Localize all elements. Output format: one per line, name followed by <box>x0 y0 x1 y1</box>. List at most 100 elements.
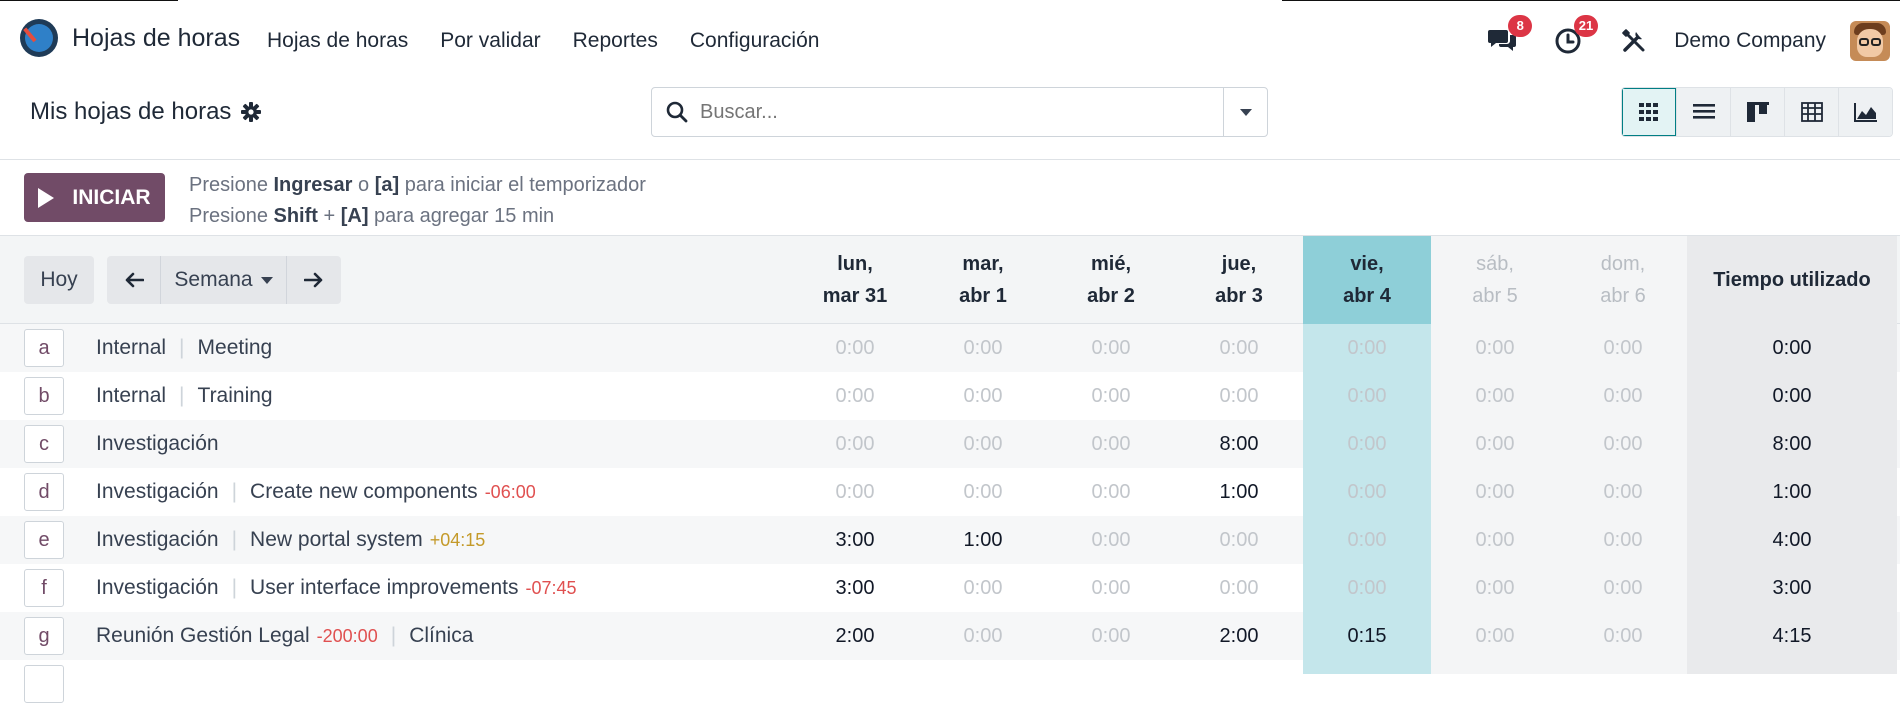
task-name[interactable]: Meeting <box>198 336 273 360</box>
hours-cell[interactable]: 0:00 <box>1431 564 1559 612</box>
previous-period-button[interactable] <box>107 256 161 304</box>
hours-cell[interactable]: 0:00 <box>1431 612 1559 660</box>
debug-tools-button[interactable] <box>1618 25 1650 57</box>
hours-cell[interactable]: 0:00 <box>919 324 1047 372</box>
hours-cell[interactable]: 3:00 <box>791 516 919 564</box>
row-shortcut-key[interactable]: g <box>24 617 64 655</box>
hours-cell[interactable]: 0:00 <box>1303 468 1431 516</box>
project-name[interactable]: Investigación <box>96 576 219 600</box>
hours-cell[interactable]: 0:00 <box>1303 516 1431 564</box>
hours-cell[interactable]: 2:00 <box>791 612 919 660</box>
next-period-button[interactable] <box>287 256 341 304</box>
project-name[interactable]: Internal <box>96 336 166 360</box>
hours-cell[interactable]: 0:00 <box>1047 612 1175 660</box>
menu-item-reportes[interactable]: Reportes <box>573 29 658 53</box>
hours-cell[interactable]: 0:00 <box>791 372 919 420</box>
project-name[interactable]: Investigación <box>96 528 219 552</box>
hours-cell[interactable]: 0:00 <box>1559 420 1687 468</box>
hours-cell[interactable]: 0:00 <box>1175 516 1303 564</box>
top-navbar: Hojas de horas Hojas de horas Por valida… <box>0 0 1900 84</box>
hours-cell[interactable]: 0:00 <box>1303 324 1431 372</box>
list-view-button[interactable] <box>1676 88 1730 136</box>
hours-cell[interactable]: 0:00 <box>1559 324 1687 372</box>
activities-button[interactable]: 21 <box>1552 15 1599 57</box>
scale-label: Semana <box>174 268 253 291</box>
project-overtime: -200:00 <box>316 625 378 646</box>
hours-cell[interactable]: 0:00 <box>1559 564 1687 612</box>
search-input[interactable] <box>700 100 1200 124</box>
hours-cell[interactable]: 0:00 <box>1303 564 1431 612</box>
row-shortcut-key[interactable]: f <box>24 569 64 607</box>
hours-cell[interactable]: 0:00 <box>1047 420 1175 468</box>
hours-cell[interactable]: 0:00 <box>1559 516 1687 564</box>
hours-cell[interactable]: 0:00 <box>919 420 1047 468</box>
hours-cell[interactable]: 0:00 <box>1175 372 1303 420</box>
hours-cell[interactable]: 0:00 <box>1047 324 1175 372</box>
today-button[interactable]: Hoy <box>24 256 94 304</box>
hours-cell[interactable]: 0:00 <box>1047 516 1175 564</box>
menu-item-hojas-de-horas[interactable]: Hojas de horas <box>267 29 408 53</box>
search-options-toggle[interactable] <box>1223 88 1267 136</box>
pivot-view-button[interactable] <box>1784 88 1838 136</box>
start-timer-button[interactable]: INICIAR <box>24 173 165 222</box>
company-switcher[interactable]: Demo Company <box>1674 29 1826 53</box>
hours-cell[interactable]: 0:00 <box>1047 372 1175 420</box>
hours-cell[interactable]: 0:15 <box>1303 612 1431 660</box>
gear-icon[interactable] <box>241 102 262 122</box>
hours-cell[interactable]: 0:00 <box>919 372 1047 420</box>
hours-cell[interactable]: 1:00 <box>1175 468 1303 516</box>
hours-cell[interactable]: 0:00 <box>1303 372 1431 420</box>
kanban-view-icon <box>1746 102 1769 122</box>
task-name[interactable]: User interface improvements <box>250 576 518 600</box>
timesheet-row: b Internal | Training 0:00 0:00 0:00 0:00 0:00 0:… <box>0 372 1900 420</box>
hours-cell[interactable]: 0:00 <box>1559 612 1687 660</box>
row-total: 4:15 <box>1772 624 1812 647</box>
avatar-glasses-left <box>1859 38 1869 46</box>
messaging-button[interactable]: 8 <box>1486 15 1533 57</box>
row-shortcut-key[interactable]: e <box>24 521 64 559</box>
hours-cell[interactable]: 3:00 <box>791 564 919 612</box>
hours-cell[interactable]: 0:00 <box>1431 420 1559 468</box>
user-avatar[interactable] <box>1850 21 1890 61</box>
row-shortcut-key[interactable]: a <box>24 329 64 367</box>
hours-cell[interactable]: 0:00 <box>1047 468 1175 516</box>
hours-cell[interactable]: 2:00 <box>1175 612 1303 660</box>
hours-cell[interactable]: 0:00 <box>1431 468 1559 516</box>
row-shortcut-key[interactable]: c <box>24 425 64 463</box>
row-shortcut-key[interactable]: b <box>24 377 64 415</box>
app-brand[interactable]: Hojas de horas <box>20 19 240 57</box>
project-name[interactable]: Investigación <box>96 432 219 456</box>
hours-cell[interactable]: 8:00 <box>1175 420 1303 468</box>
task-name[interactable]: Create new components <box>250 480 478 504</box>
project-name[interactable]: Reunión Gestión Legal <box>96 624 310 648</box>
hours-cell[interactable]: 0:00 <box>919 468 1047 516</box>
hours-cell[interactable]: 0:00 <box>1559 468 1687 516</box>
row-shortcut-key[interactable] <box>24 665 64 703</box>
hours-cell[interactable]: 0:00 <box>791 420 919 468</box>
hours-cell[interactable]: 0:00 <box>1175 324 1303 372</box>
task-name[interactable]: New portal system <box>250 528 423 552</box>
menu-item-configuracion[interactable]: Configuración <box>690 29 820 53</box>
hours-cell[interactable]: 0:00 <box>1559 372 1687 420</box>
hours-cell[interactable]: 0:00 <box>1431 516 1559 564</box>
project-name[interactable]: Internal <box>96 384 166 408</box>
hours-cell[interactable]: 0:00 <box>1047 564 1175 612</box>
task-name[interactable]: Training <box>198 384 273 408</box>
hours-cell[interactable]: 1:00 <box>919 516 1047 564</box>
hours-cell[interactable]: 0:00 <box>1431 324 1559 372</box>
project-name[interactable]: Investigación <box>96 480 219 504</box>
hours-cell[interactable]: 0:00 <box>919 612 1047 660</box>
menu-item-por-validar[interactable]: Por validar <box>440 29 540 53</box>
grid-view-button[interactable] <box>1622 88 1676 136</box>
hours-cell[interactable]: 0:00 <box>791 468 919 516</box>
hours-cell[interactable]: 0:00 <box>1303 420 1431 468</box>
scale-dropdown[interactable]: Semana <box>161 256 287 304</box>
hours-cell[interactable]: 0:00 <box>1175 564 1303 612</box>
hours-cell[interactable]: 0:00 <box>791 324 919 372</box>
row-shortcut-key[interactable]: d <box>24 473 64 511</box>
hours-cell[interactable]: 0:00 <box>919 564 1047 612</box>
task-name[interactable]: Clínica <box>409 624 473 648</box>
kanban-view-button[interactable] <box>1730 88 1784 136</box>
hours-cell[interactable]: 0:00 <box>1431 372 1559 420</box>
graph-view-button[interactable] <box>1838 88 1892 136</box>
